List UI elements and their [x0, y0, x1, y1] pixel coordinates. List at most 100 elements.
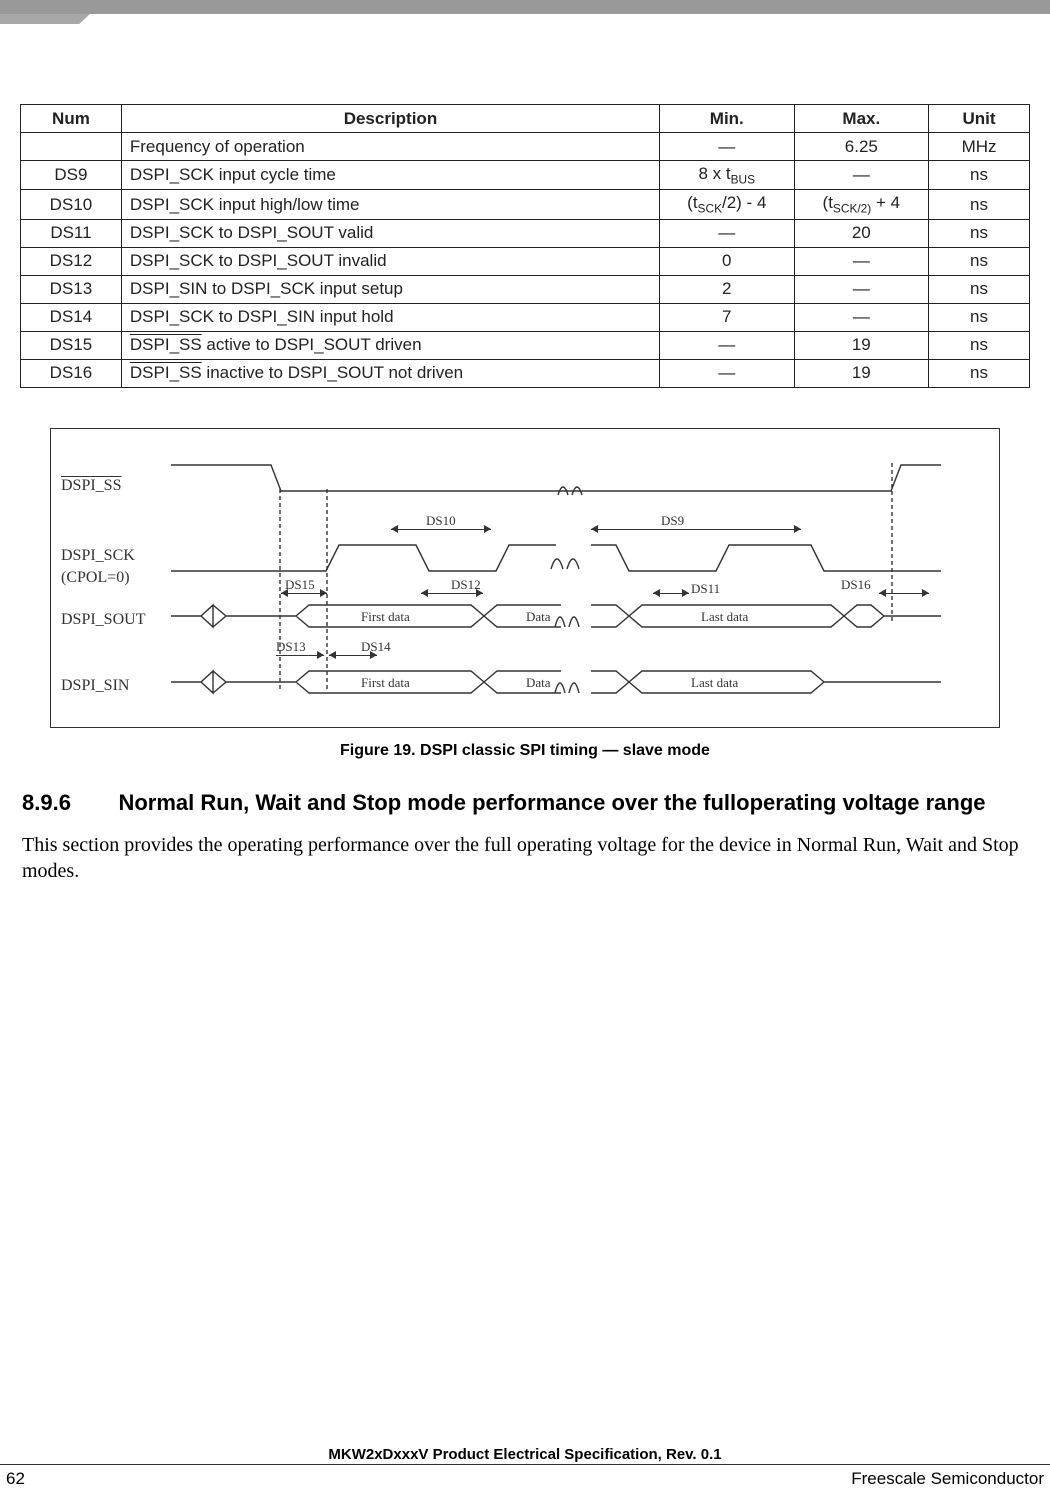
- table-row: DS15DSPI_SS active to DSPI_SOUT driven—1…: [21, 331, 1030, 359]
- break-sout: [553, 601, 583, 631]
- arrow-ds10: [391, 529, 491, 530]
- break-ss: [556, 477, 586, 497]
- cell-min: —: [660, 219, 795, 247]
- label-dspi-ss: DSPI_SS: [61, 477, 121, 495]
- section-body: This section provides the operating perf…: [22, 832, 1028, 884]
- figure-caption: Figure 19. DSPI classic SPI timing — sla…: [20, 742, 1030, 760]
- cell-num: DS9: [21, 161, 122, 190]
- cell-desc: DSPI_SIN to DSPI_SCK input setup: [121, 275, 659, 303]
- label-cpol: (CPOL=0): [61, 569, 130, 587]
- sin-last: Last data: [691, 675, 738, 691]
- cell-unit: ns: [929, 219, 1030, 247]
- label-dspi-sin: DSPI_SIN: [61, 677, 129, 695]
- col-max: Max.: [794, 105, 929, 133]
- table-row: DS14DSPI_SCK to DSPI_SIN input hold7—ns: [21, 303, 1030, 331]
- col-min: Min.: [660, 105, 795, 133]
- page-number: 62: [6, 1469, 25, 1489]
- table-row: DS10DSPI_SCK input high/low time(tSCK/2)…: [21, 190, 1030, 219]
- cell-desc: DSPI_SS inactive to DSPI_SOUT not driven: [121, 359, 659, 387]
- cell-num: [21, 133, 122, 161]
- footer-company: Freescale Semiconductor: [851, 1469, 1044, 1489]
- cell-max: 19: [794, 331, 929, 359]
- cell-max: (tSCK/2) + 4: [794, 190, 929, 219]
- accent-tab: [0, 14, 90, 24]
- cell-num: DS12: [21, 247, 122, 275]
- arrow-ds11: [653, 593, 689, 594]
- lbl-ds15: DS15: [285, 577, 315, 593]
- lbl-ds10: DS10: [426, 513, 456, 529]
- table-row: Frequency of operation—6.25MHz: [21, 133, 1030, 161]
- cell-num: DS14: [21, 303, 122, 331]
- table-header-row: Num Description Min. Max. Unit: [21, 105, 1030, 133]
- section-title: Normal Run, Wait and Stop mode performan…: [118, 790, 998, 816]
- cell-unit: ns: [929, 303, 1030, 331]
- cell-num: DS11: [21, 219, 122, 247]
- footer-bar: 62 Freescale Semiconductor: [0, 1464, 1050, 1493]
- timing-diagram: DSPI_SS DSPI_SCK (CPOL=0) DSPI_SOUT DSPI…: [50, 428, 1000, 728]
- cell-num: DS13: [21, 275, 122, 303]
- cell-min: —: [660, 359, 795, 387]
- cell-unit: ns: [929, 247, 1030, 275]
- cell-desc: DSPI_SS active to DSPI_SOUT driven: [121, 331, 659, 359]
- col-desc: Description: [121, 105, 659, 133]
- table-row: DS11DSPI_SCK to DSPI_SOUT valid—20ns: [21, 219, 1030, 247]
- cell-min: 7: [660, 303, 795, 331]
- cell-max: —: [794, 161, 929, 190]
- cell-desc: DSPI_SCK to DSPI_SOUT invalid: [121, 247, 659, 275]
- section-8-9-6: 8.9.6 Normal Run, Wait and Stop mode per…: [20, 790, 1030, 884]
- table-row: DS13DSPI_SIN to DSPI_SCK input setup2—ns: [21, 275, 1030, 303]
- cell-unit: ns: [929, 275, 1030, 303]
- spec-table: Num Description Min. Max. Unit Frequency…: [20, 104, 1030, 388]
- break-sin: [553, 667, 583, 697]
- arrow-ds16: [879, 593, 929, 594]
- cell-desc: DSPI_SCK input high/low time: [121, 190, 659, 219]
- cell-max: —: [794, 303, 929, 331]
- cell-desc: DSPI_SCK input cycle time: [121, 161, 659, 190]
- cell-num: DS15: [21, 331, 122, 359]
- lbl-ds16: DS16: [841, 577, 871, 593]
- cell-min: 0: [660, 247, 795, 275]
- cell-max: 19: [794, 359, 929, 387]
- cell-max: 20: [794, 219, 929, 247]
- cell-unit: MHz: [929, 133, 1030, 161]
- guide-3: [891, 463, 893, 623]
- cell-max: 6.25: [794, 133, 929, 161]
- footer-doc-title: MKW2xDxxxV Product Electrical Specificat…: [0, 1446, 1050, 1463]
- lbl-ds11: DS11: [691, 581, 720, 597]
- lbl-ds9: DS9: [661, 513, 684, 529]
- arrow-ds12: [421, 593, 483, 594]
- cell-desc: DSPI_SCK to DSPI_SIN input hold: [121, 303, 659, 331]
- top-grey-bar: [0, 0, 1050, 14]
- sout-first: First data: [361, 609, 410, 625]
- sout-last: Last data: [701, 609, 748, 625]
- sin-first: First data: [361, 675, 410, 691]
- cell-min: —: [660, 133, 795, 161]
- lbl-ds13: DS13: [276, 639, 306, 655]
- arrow-ds13: [276, 655, 324, 656]
- cell-min: (tSCK/2) - 4: [660, 190, 795, 219]
- break-sck: [549, 539, 583, 579]
- label-dspi-sout: DSPI_SOUT: [61, 611, 145, 629]
- cell-min: —: [660, 331, 795, 359]
- cell-unit: ns: [929, 190, 1030, 219]
- sout-data: Data: [526, 609, 551, 625]
- sin-data: Data: [526, 675, 551, 691]
- cell-num: DS16: [21, 359, 122, 387]
- table-row: DS9DSPI_SCK input cycle time8 x tBUS—ns: [21, 161, 1030, 190]
- arrow-ds9: [591, 529, 801, 530]
- col-unit: Unit: [929, 105, 1030, 133]
- col-num: Num: [21, 105, 122, 133]
- label-dspi-sck: DSPI_SCK: [61, 547, 135, 565]
- cell-desc: Frequency of operation: [121, 133, 659, 161]
- table-row: DS16DSPI_SS inactive to DSPI_SOUT not dr…: [21, 359, 1030, 387]
- cell-unit: ns: [929, 359, 1030, 387]
- arrow-ds14: [329, 655, 377, 656]
- cell-max: —: [794, 247, 929, 275]
- page-content: Num Description Min. Max. Unit Frequency…: [0, 14, 1050, 884]
- cell-max: —: [794, 275, 929, 303]
- section-number: 8.9.6: [22, 790, 114, 816]
- cell-unit: ns: [929, 331, 1030, 359]
- arrow-ds15: [281, 593, 327, 594]
- cell-desc: DSPI_SCK to DSPI_SOUT valid: [121, 219, 659, 247]
- table-row: DS12DSPI_SCK to DSPI_SOUT invalid0—ns: [21, 247, 1030, 275]
